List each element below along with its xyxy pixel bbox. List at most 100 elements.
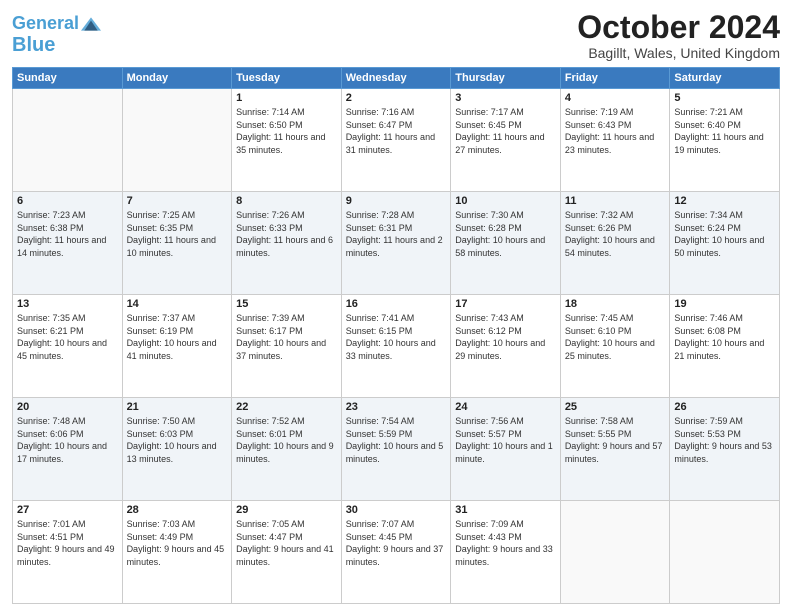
cell-info: Sunrise: 7:52 AM Sunset: 6:01 PM Dayligh…: [236, 415, 337, 465]
col-header-thursday: Thursday: [451, 68, 561, 89]
day-number: 9: [346, 195, 447, 207]
day-number: 10: [455, 195, 556, 207]
col-header-friday: Friday: [560, 68, 670, 89]
title-section: October 2024 Bagillt, Wales, United King…: [577, 10, 780, 61]
day-number: 15: [236, 298, 337, 310]
cell-info: Sunrise: 7:25 AM Sunset: 6:35 PM Dayligh…: [127, 209, 228, 259]
col-header-monday: Monday: [122, 68, 232, 89]
day-number: 8: [236, 195, 337, 207]
cell-info: Sunrise: 7:56 AM Sunset: 5:57 PM Dayligh…: [455, 415, 556, 465]
cell-info: Sunrise: 7:58 AM Sunset: 5:55 PM Dayligh…: [565, 415, 666, 465]
cell-info: Sunrise: 7:23 AM Sunset: 6:38 PM Dayligh…: [17, 209, 118, 259]
cell-info: Sunrise: 7:16 AM Sunset: 6:47 PM Dayligh…: [346, 106, 447, 156]
day-number: 19: [674, 298, 775, 310]
cell-info: Sunrise: 7:09 AM Sunset: 4:43 PM Dayligh…: [455, 518, 556, 568]
calendar-cell: 24 Sunrise: 7:56 AM Sunset: 5:57 PM Dayli…: [451, 398, 561, 501]
calendar-header-row: SundayMondayTuesdayWednesdayThursdayFrid…: [13, 68, 780, 89]
calendar-cell: 16Sunrise: 7:41 AM Sunset: 6:15 PM Dayli…: [341, 295, 451, 398]
cell-info: Sunrise: 7:54 AM Sunset: 5:59 PM Dayligh…: [346, 415, 447, 465]
cell-info: Sunrise: 7:17 AM Sunset: 6:45 PM Dayligh…: [455, 106, 556, 156]
calendar-cell: 14Sunrise: 7:37 AM Sunset: 6:19 PM Dayli…: [122, 295, 232, 398]
day-number: 24: [455, 401, 556, 413]
day-number: 22: [236, 401, 337, 413]
calendar-cell: 22 Sunrise: 7:52 AM Sunset: 6:01 PM Dayli…: [232, 398, 342, 501]
cell-info: Sunrise: 7:21 AM Sunset: 6:40 PM Dayligh…: [674, 106, 775, 156]
calendar-table: SundayMondayTuesdayWednesdayThursdayFrid…: [12, 67, 780, 604]
cell-info: Sunrise: 7:59 AM Sunset: 5:53 PM Dayligh…: [674, 415, 775, 465]
col-header-tuesday: Tuesday: [232, 68, 342, 89]
day-number: 3: [455, 92, 556, 104]
cell-info: Sunrise: 7:48 AM Sunset: 6:06 PM Dayligh…: [17, 415, 118, 465]
day-number: 12: [674, 195, 775, 207]
day-number: 20: [17, 401, 118, 413]
day-number: 30: [346, 504, 447, 516]
logo-general: General: [12, 13, 79, 33]
col-header-wednesday: Wednesday: [341, 68, 451, 89]
cell-info: Sunrise: 7:46 AM Sunset: 6:08 PM Dayligh…: [674, 312, 775, 362]
cell-info: Sunrise: 7:26 AM Sunset: 6:33 PM Dayligh…: [236, 209, 337, 259]
calendar-cell: 20 Sunrise: 7:48 AM Sunset: 6:06 PM Dayli…: [13, 398, 123, 501]
calendar-week-1: 1Sunrise: 7:14 AM Sunset: 6:50 PM Daylig…: [13, 89, 780, 192]
day-number: 6: [17, 195, 118, 207]
day-number: 13: [17, 298, 118, 310]
logo-blue: Blue: [12, 34, 55, 56]
calendar-cell: 9Sunrise: 7:28 AM Sunset: 6:31 PM Daylig…: [341, 192, 451, 295]
logo: General Blue: [12, 10, 101, 56]
day-number: 26: [674, 401, 775, 413]
calendar-cell: 6 Sunrise: 7:23 AM Sunset: 6:38 PM Daylig…: [13, 192, 123, 295]
logo-icon: [81, 17, 101, 31]
calendar-cell: 7Sunrise: 7:25 AM Sunset: 6:35 PM Daylig…: [122, 192, 232, 295]
page-container: General Blue October 2024 Bagillt, Wales…: [0, 0, 792, 612]
calendar-cell: [13, 89, 123, 192]
calendar-cell: 12 Sunrise: 7:34 AM Sunset: 6:24 PM Dayli…: [670, 192, 780, 295]
header: General Blue October 2024 Bagillt, Wales…: [12, 10, 780, 61]
calendar-cell: 5 Sunrise: 7:21 AM Sunset: 6:40 PM Daylig…: [670, 89, 780, 192]
calendar-cell: 23Sunrise: 7:54 AM Sunset: 5:59 PM Dayli…: [341, 398, 451, 501]
day-number: 29: [236, 504, 337, 516]
cell-info: Sunrise: 7:41 AM Sunset: 6:15 PM Dayligh…: [346, 312, 447, 362]
cell-info: Sunrise: 7:43 AM Sunset: 6:12 PM Dayligh…: [455, 312, 556, 362]
calendar-cell: 29Sunrise: 7:05 AM Sunset: 4:47 PM Dayli…: [232, 501, 342, 604]
cell-info: Sunrise: 7:30 AM Sunset: 6:28 PM Dayligh…: [455, 209, 556, 259]
calendar-week-5: 27 Sunrise: 7:01 AM Sunset: 4:51 PM Dayli…: [13, 501, 780, 604]
cell-info: Sunrise: 7:45 AM Sunset: 6:10 PM Dayligh…: [565, 312, 666, 362]
cell-info: Sunrise: 7:01 AM Sunset: 4:51 PM Dayligh…: [17, 518, 118, 568]
day-number: 11: [565, 195, 666, 207]
month-title: October 2024: [577, 10, 780, 45]
calendar-cell: 28 Sunrise: 7:03 AM Sunset: 4:49 PM Dayli…: [122, 501, 232, 604]
calendar-cell: [560, 501, 670, 604]
day-number: 27: [17, 504, 118, 516]
calendar-cell: [122, 89, 232, 192]
calendar-cell: 17 Sunrise: 7:43 AM Sunset: 6:12 PM Dayli…: [451, 295, 561, 398]
calendar-week-2: 6 Sunrise: 7:23 AM Sunset: 6:38 PM Daylig…: [13, 192, 780, 295]
day-number: 18: [565, 298, 666, 310]
calendar-cell: 4Sunrise: 7:19 AM Sunset: 6:43 PM Daylig…: [560, 89, 670, 192]
calendar-cell: 11 Sunrise: 7:32 AM Sunset: 6:26 PM Dayli…: [560, 192, 670, 295]
calendar-cell: 27 Sunrise: 7:01 AM Sunset: 4:51 PM Dayli…: [13, 501, 123, 604]
calendar-cell: 15Sunrise: 7:39 AM Sunset: 6:17 PM Dayli…: [232, 295, 342, 398]
calendar-cell: 19 Sunrise: 7:46 AM Sunset: 6:08 PM Dayli…: [670, 295, 780, 398]
day-number: 28: [127, 504, 228, 516]
day-number: 25: [565, 401, 666, 413]
calendar-cell: 30 Sunrise: 7:07 AM Sunset: 4:45 PM Dayli…: [341, 501, 451, 604]
cell-info: Sunrise: 7:07 AM Sunset: 4:45 PM Dayligh…: [346, 518, 447, 568]
calendar-cell: 10 Sunrise: 7:30 AM Sunset: 6:28 PM Dayli…: [451, 192, 561, 295]
calendar-cell: 25 Sunrise: 7:58 AM Sunset: 5:55 PM Dayli…: [560, 398, 670, 501]
cell-info: Sunrise: 7:50 AM Sunset: 6:03 PM Dayligh…: [127, 415, 228, 465]
day-number: 5: [674, 92, 775, 104]
calendar-cell: [670, 501, 780, 604]
logo-text: General: [12, 14, 79, 34]
cell-info: Sunrise: 7:35 AM Sunset: 6:21 PM Dayligh…: [17, 312, 118, 362]
calendar-cell: 18 Sunrise: 7:45 AM Sunset: 6:10 PM Dayli…: [560, 295, 670, 398]
day-number: 2: [346, 92, 447, 104]
day-number: 31: [455, 504, 556, 516]
calendar-week-3: 13 Sunrise: 7:35 AM Sunset: 6:21 PM Dayli…: [13, 295, 780, 398]
day-number: 1: [236, 92, 337, 104]
day-number: 14: [127, 298, 228, 310]
cell-info: Sunrise: 7:34 AM Sunset: 6:24 PM Dayligh…: [674, 209, 775, 259]
day-number: 17: [455, 298, 556, 310]
cell-info: Sunrise: 7:03 AM Sunset: 4:49 PM Dayligh…: [127, 518, 228, 568]
cell-info: Sunrise: 7:32 AM Sunset: 6:26 PM Dayligh…: [565, 209, 666, 259]
calendar-cell: 21Sunrise: 7:50 AM Sunset: 6:03 PM Dayli…: [122, 398, 232, 501]
calendar-week-4: 20 Sunrise: 7:48 AM Sunset: 6:06 PM Dayli…: [13, 398, 780, 501]
